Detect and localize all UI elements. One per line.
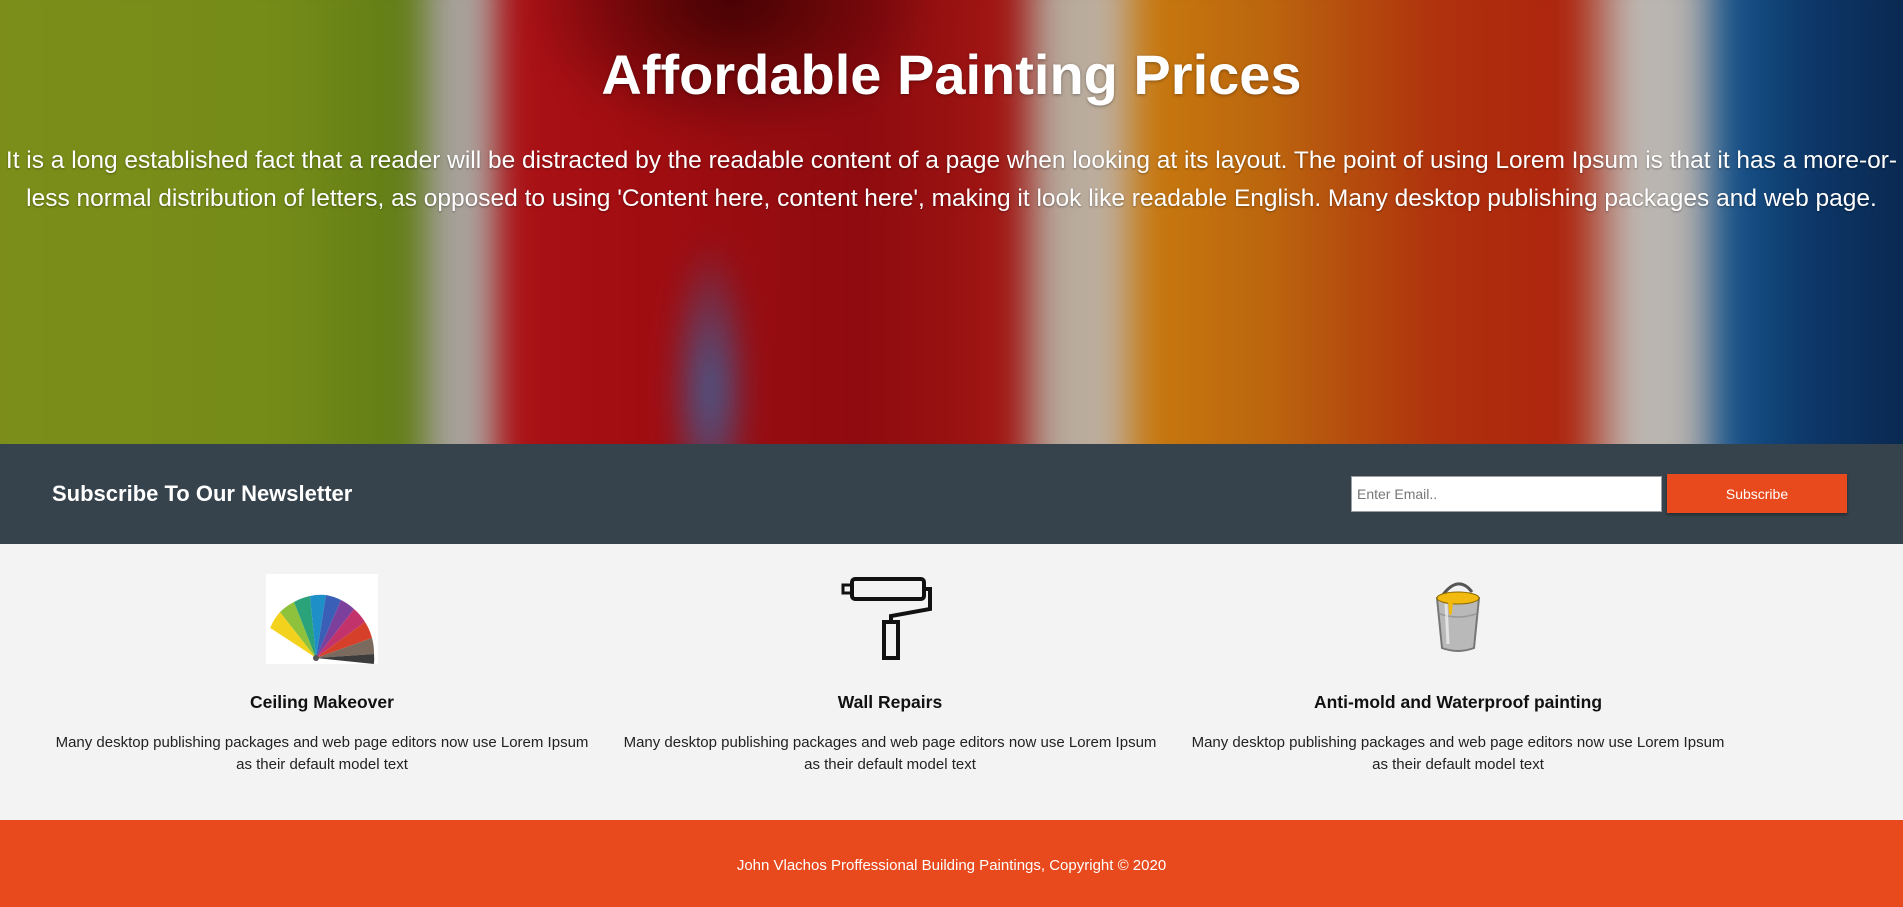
paint-roller-icon bbox=[834, 574, 946, 664]
copyright-text: John Vlachos Proffessional Building Pain… bbox=[736, 857, 1167, 874]
service-title: Anti-mold and Waterproof painting bbox=[1313, 692, 1603, 712]
site-footer: John Vlachos Proffessional Building Pain… bbox=[0, 820, 1903, 907]
service-title: Ceiling Makeover bbox=[250, 692, 394, 712]
newsletter-bar: Subscribe To Our Newsletter Subscribe bbox=[0, 444, 1903, 544]
color-swatch-fan-icon bbox=[266, 574, 378, 664]
service-description: Many desktop publishing packages and web… bbox=[1191, 734, 1725, 773]
paint-bucket-icon bbox=[1402, 574, 1514, 664]
subscribe-button[interactable]: Subscribe bbox=[1667, 474, 1847, 513]
service-description: Many desktop publishing packages and web… bbox=[55, 734, 589, 773]
hero-description: It is a long established fact that a rea… bbox=[5, 147, 1898, 212]
services-section: Ceiling Makeover Many desktop publishing… bbox=[0, 544, 1903, 820]
hero-banner: Affordable Painting Prices It is a long … bbox=[0, 0, 1903, 444]
newsletter-title: Subscribe To Our Newsletter bbox=[52, 481, 353, 506]
service-title: Wall Repairs bbox=[837, 692, 943, 712]
hero-title: Affordable Painting Prices bbox=[601, 43, 1302, 106]
service-description: Many desktop publishing packages and web… bbox=[623, 734, 1157, 773]
email-input[interactable] bbox=[1351, 476, 1662, 512]
